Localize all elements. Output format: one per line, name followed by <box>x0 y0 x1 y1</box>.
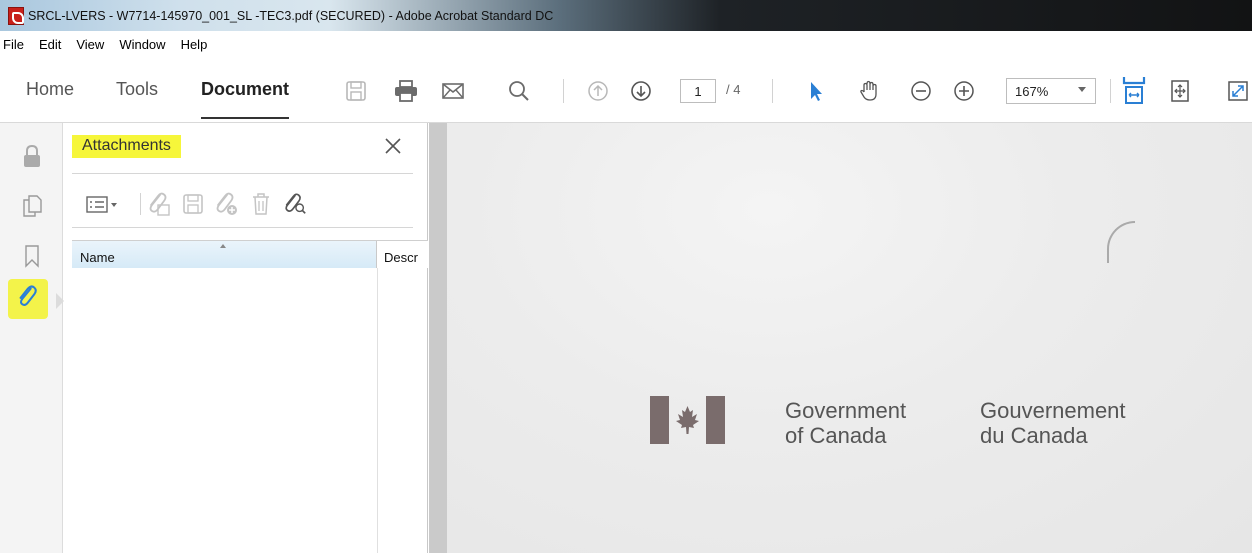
gov-fr-line1: Gouvernement <box>980 398 1126 423</box>
hand-tool-icon[interactable] <box>857 79 881 103</box>
zoom-in-icon[interactable] <box>952 79 976 103</box>
tab-document[interactable]: Document <box>201 57 290 121</box>
menu-edit[interactable]: Edit <box>39 37 61 52</box>
column-header-description[interactable]: Descr <box>378 241 428 268</box>
options-dropdown-icon[interactable] <box>84 191 126 217</box>
print-icon[interactable] <box>394 79 418 103</box>
chevron-down-icon <box>1078 87 1086 92</box>
attachment-icon[interactable] <box>15 283 39 309</box>
tab-tools[interactable]: Tools <box>116 57 158 121</box>
menu-help[interactable]: Help <box>181 37 208 52</box>
panel-title: Attachments <box>72 135 181 158</box>
panel-divider <box>72 173 413 174</box>
search-attachment-icon[interactable] <box>282 191 308 217</box>
acrobat-app-icon <box>8 6 24 25</box>
rail-pointer <box>56 293 64 309</box>
navigation-rail <box>0 123 64 553</box>
open-attachment-icon[interactable] <box>146 191 172 217</box>
save-attachment-icon[interactable] <box>180 191 206 217</box>
title-bar: SRCL-LVERS - W7714-145970_001_SL -TEC3.p… <box>0 0 1252 31</box>
canada-flag-logo <box>650 396 725 444</box>
window-title: SRCL-LVERS - W7714-145970_001_SL -TEC3.p… <box>28 8 554 23</box>
fit-page-icon[interactable] <box>1168 79 1192 103</box>
column-divider <box>377 268 378 553</box>
government-of-canada-english: Government of Canada <box>785 398 906 448</box>
toolbar-divider <box>140 193 141 215</box>
scan-mark <box>1107 221 1135 263</box>
main-toolbar: Home Tools Document 1 / 4 167% <box>0 57 1252 123</box>
column-description-label: Descr <box>384 250 418 265</box>
attachments-panel: Attachments Name Descr <box>64 123 428 553</box>
next-page-icon[interactable] <box>629 79 653 103</box>
lock-icon[interactable] <box>20 143 44 169</box>
gov-en-line1: Government <box>785 398 907 423</box>
tab-home[interactable]: Home <box>26 57 74 121</box>
toolbar-divider <box>1110 79 1111 103</box>
gov-en-line2: of Canada <box>785 423 887 448</box>
menu-view[interactable]: View <box>76 37 104 52</box>
zoom-level-value: 167% <box>1015 83 1049 99</box>
column-header-name[interactable]: Name <box>72 241 377 268</box>
page-number-input[interactable]: 1 <box>680 79 716 103</box>
sort-ascending-icon <box>220 244 226 248</box>
search-icon[interactable] <box>507 79 531 103</box>
attachments-list-header: Name Descr <box>72 240 428 268</box>
full-screen-icon[interactable] <box>1226 79 1250 103</box>
previous-page-icon[interactable] <box>586 79 610 103</box>
document-viewport[interactable]: Government of Canada Gouvernement du Can… <box>429 123 1252 553</box>
close-icon[interactable] <box>382 135 404 157</box>
add-attachment-icon[interactable] <box>213 191 239 217</box>
menu-window[interactable]: Window <box>119 37 165 52</box>
bookmark-icon[interactable] <box>20 243 44 269</box>
select-arrow-icon[interactable] <box>804 79 828 103</box>
toolbar-divider <box>563 79 564 103</box>
toolbar-divider <box>772 79 773 103</box>
save-icon[interactable] <box>344 79 368 103</box>
zoom-level-select[interactable]: 167% <box>1006 78 1096 104</box>
page-total: / 4 <box>726 82 741 97</box>
pages-icon[interactable] <box>20 193 44 219</box>
fit-width-icon[interactable] <box>1120 75 1148 105</box>
gouvernement-du-canada-french: Gouvernement du Canada <box>980 398 1126 448</box>
panel-divider <box>72 227 413 228</box>
menu-file[interactable]: File <box>3 37 24 52</box>
menu-bar: File Edit View Window Help <box>0 31 1252 57</box>
attachments-list[interactable] <box>72 268 428 553</box>
gov-fr-line2: du Canada <box>980 423 1088 448</box>
zoom-out-icon[interactable] <box>909 79 933 103</box>
document-page: Government of Canada Gouvernement du Can… <box>447 123 1252 553</box>
email-icon[interactable] <box>441 79 465 103</box>
delete-attachment-icon[interactable] <box>248 191 274 217</box>
column-name-label: Name <box>80 250 115 265</box>
